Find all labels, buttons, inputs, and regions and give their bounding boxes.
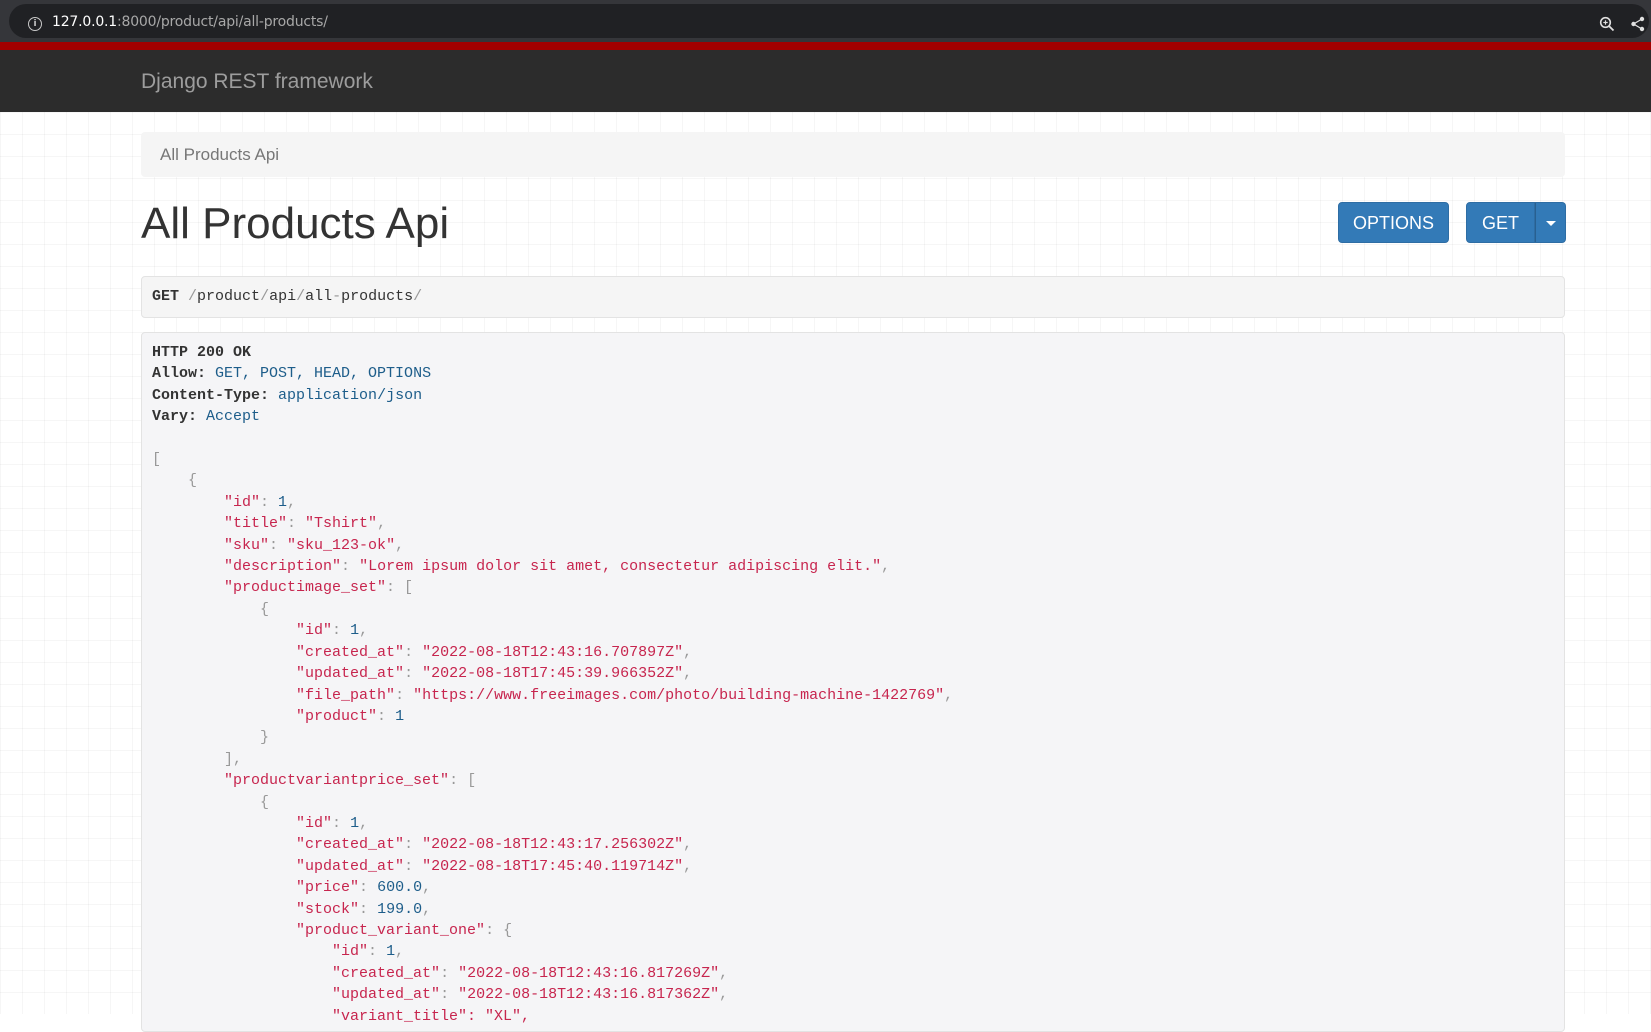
format-dropdown-toggle[interactable] bbox=[1535, 202, 1566, 243]
json-value: "2022-08-18T12:43:16.707897Z" bbox=[422, 643, 684, 661]
json-value: 600.0 bbox=[377, 879, 423, 897]
breadcrumb-item-active: All Products Api bbox=[160, 145, 280, 164]
json-value: "2022-08-18T17:45:39.966352Z" bbox=[422, 665, 684, 683]
request-info: GET /product/api/all-products/ bbox=[141, 276, 1565, 318]
json-value: "2022-08-18T12:43:17.256302Z" bbox=[422, 836, 684, 854]
page-title: All Products Api bbox=[141, 199, 450, 248]
response-info: HTTP 200 OK Allow: GET, POST, HEAD, OPTI… bbox=[141, 332, 1565, 1032]
navbar: Django REST framework bbox=[0, 50, 1651, 112]
get-button[interactable]: GET bbox=[1466, 202, 1535, 243]
json-value: "2022-08-18T17:45:40.119714Z" bbox=[422, 857, 684, 875]
caret-down-icon bbox=[1545, 220, 1556, 226]
json-value: "https://www.freeimages.com/photo/buildi… bbox=[413, 686, 945, 704]
browser-toolbar: i 127.0.0.1:8000/product/api/all-product… bbox=[0, 0, 1651, 42]
share-icon[interactable] bbox=[1630, 16, 1646, 32]
response-status: HTTP 200 OK bbox=[152, 344, 252, 361]
json-value: 1 bbox=[386, 943, 396, 961]
header-key: Vary: bbox=[152, 408, 198, 426]
json-value: "Tshirt" bbox=[305, 515, 378, 533]
url-text[interactable]: 127.0.0.1:8000/product/api/all-products/ bbox=[52, 14, 328, 30]
url-host: 127.0.0.1 bbox=[52, 14, 117, 30]
header-value: GET, POST, HEAD, OPTIONS bbox=[215, 365, 432, 383]
json-value: "sku_123-ok" bbox=[287, 536, 396, 554]
path-segment-products: products bbox=[341, 288, 414, 305]
request-line: GET /product/api/all-products/ bbox=[152, 288, 423, 305]
json-value: 1 bbox=[350, 814, 360, 832]
request-method: GET bbox=[152, 288, 180, 305]
path-segment-api: api bbox=[269, 288, 297, 305]
json-value: 1 bbox=[278, 493, 288, 511]
options-button[interactable]: OPTIONS bbox=[1338, 202, 1449, 243]
header-key: Allow: bbox=[152, 365, 207, 383]
json-value: 199.0 bbox=[377, 900, 423, 918]
path-segment-product: product bbox=[197, 288, 261, 305]
url-path: :8000/product/api/all-products/ bbox=[117, 14, 328, 30]
zoom-icon[interactable] bbox=[1599, 16, 1615, 32]
json-partial-line: "variant_title": "XL", bbox=[332, 1007, 531, 1025]
header-value: Accept bbox=[206, 408, 261, 426]
path-segment-all: all bbox=[305, 288, 333, 305]
header-key: Content-Type: bbox=[152, 386, 270, 404]
json-value: "Lorem ipsum dolor sit amet, consectetur… bbox=[359, 558, 882, 576]
breadcrumb: All Products Api bbox=[141, 132, 1565, 177]
json-value: 1 bbox=[350, 622, 360, 640]
json-value: 1 bbox=[395, 707, 405, 725]
response-body: HTTP 200 OK Allow: GET, POST, HEAD, OPTI… bbox=[152, 344, 954, 1025]
info-icon[interactable]: i bbox=[28, 17, 42, 31]
navbar-brand[interactable]: Django REST framework bbox=[141, 70, 373, 94]
json-value: "2022-08-18T12:43:16.817362Z" bbox=[458, 986, 720, 1004]
address-bar[interactable]: i 127.0.0.1:8000/product/api/all-product… bbox=[9, 4, 1649, 38]
header-value: application/json bbox=[278, 386, 423, 404]
json-value: "2022-08-18T12:43:16.817269Z" bbox=[458, 964, 720, 982]
